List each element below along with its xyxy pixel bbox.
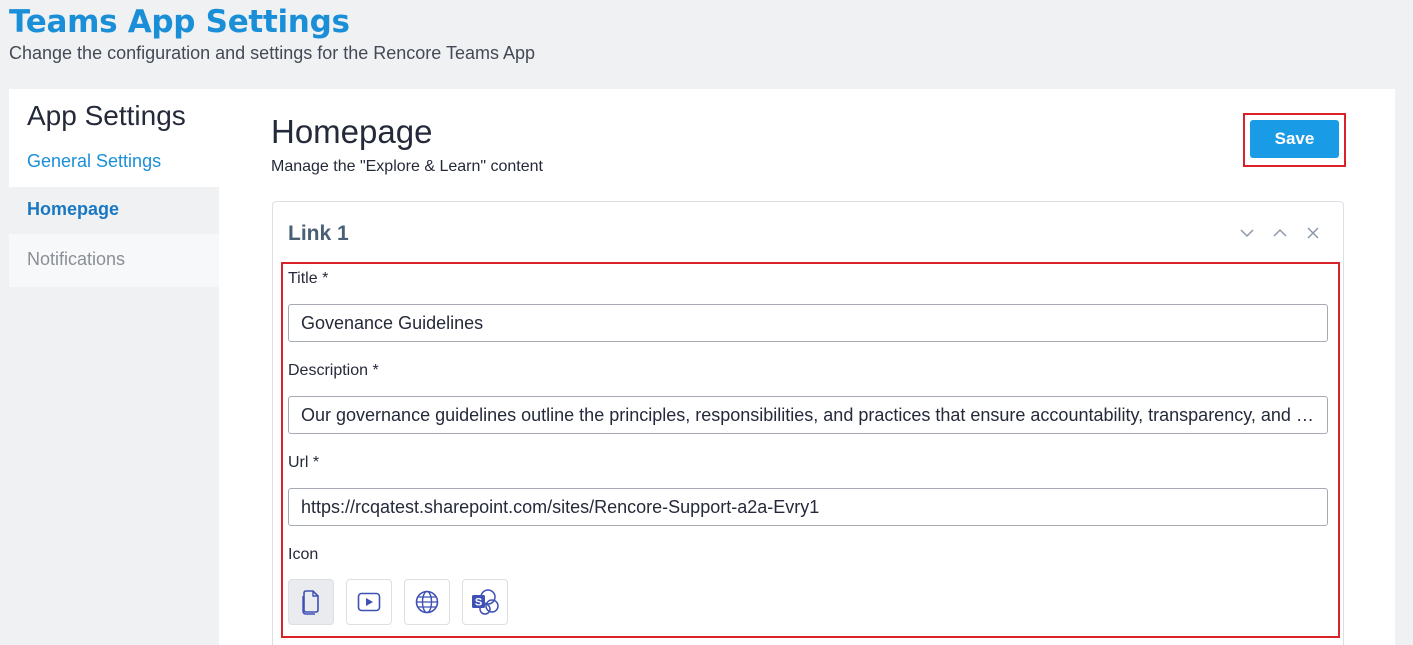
- title-label: Title *: [288, 270, 329, 287]
- icon-option-sharepoint[interactable]: S: [462, 579, 508, 625]
- link-card-title: Link 1: [288, 222, 349, 245]
- svg-text:S: S: [475, 597, 482, 609]
- description-input[interactable]: [288, 396, 1328, 434]
- chevron-down-icon[interactable]: [1238, 224, 1256, 242]
- icon-label: Icon: [288, 546, 319, 563]
- sidebar-title: App Settings: [9, 89, 219, 137]
- main-subtitle: Manage the "Explore & Learn" content: [271, 158, 543, 175]
- icon-option-globe[interactable]: [404, 579, 450, 625]
- title-input[interactable]: [288, 304, 1328, 342]
- url-label: Url *: [288, 454, 320, 471]
- sidebar-item-general-settings[interactable]: General Settings: [9, 137, 219, 187]
- sidebar: App Settings General Settings Homepage N…: [9, 89, 219, 289]
- video-icon: [356, 590, 382, 614]
- close-icon[interactable]: [1304, 224, 1322, 242]
- main-panel: Homepage Manage the "Explore & Learn" co…: [219, 89, 1395, 645]
- document-icon: [299, 589, 323, 615]
- link-card: Link 1 Title * Description * Url * Icon: [272, 201, 1344, 645]
- page-header: Teams App Settings Change the configurat…: [9, 4, 535, 64]
- icon-option-document[interactable]: [288, 579, 334, 625]
- globe-icon: [414, 589, 440, 615]
- description-label: Description *: [288, 362, 379, 379]
- url-input[interactable]: [288, 488, 1328, 526]
- sidebar-item-notifications[interactable]: Notifications: [9, 234, 219, 287]
- sharepoint-icon: S: [470, 588, 500, 616]
- page-subtitle: Change the configuration and settings fo…: [9, 43, 536, 63]
- chevron-up-icon[interactable]: [1271, 224, 1289, 242]
- page-title: Teams App Settings: [9, 4, 350, 40]
- sidebar-item-homepage[interactable]: Homepage: [9, 187, 219, 234]
- main-title: Homepage: [271, 113, 433, 150]
- icon-option-video[interactable]: [346, 579, 392, 625]
- save-button[interactable]: Save: [1250, 120, 1339, 158]
